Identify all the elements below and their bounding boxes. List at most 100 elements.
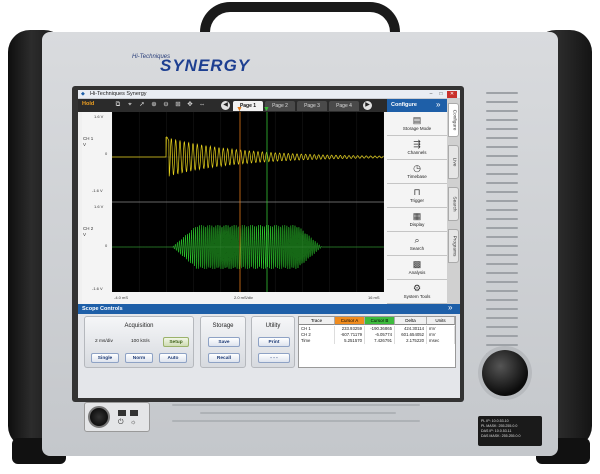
vent-slot [486,92,518,94]
configure-item-system-tools[interactable]: ⚙ System Tools [387,280,447,304]
brightness-icon: ☼ [130,419,137,426]
vent-slot [486,344,518,346]
vent-slot [486,317,518,319]
side-tabs: Configure Live Search Programs [447,99,460,304]
ch1-top-label: 1.6 V [94,114,104,119]
zoom-in-icon[interactable]: ⊕ [150,101,158,109]
device-photo: Hi-Techniques SYNERGY ⏻ ☼ PL IP: 10.0.53… [0,0,600,474]
vent-slot [486,182,518,184]
trigger-icon: ⊓ [413,187,421,197]
clock-icon: ◷ [413,163,421,173]
ch2-name: CH 2 [83,226,94,231]
time-right-label: 16 mS [368,295,380,300]
vent-slot [486,290,518,292]
ch1-bottom-label: -1.6 V [92,188,103,193]
side-tab-live[interactable]: Live [448,145,459,179]
pointer-icon[interactable]: ➚ [138,101,146,109]
app-icon: ◆ [81,91,85,97]
search-icon: ⌕ [414,235,420,245]
zoom-box-icon[interactable]: ⊞ [174,101,182,109]
vent-slot [486,173,518,175]
side-tab-label: Live [451,157,456,167]
cursor-table-cell: 2.175220 [395,338,427,344]
sample-rate-value[interactable]: 100 kS/s [131,339,150,344]
cursor-table-cell: Time [299,338,335,344]
utility-group: Utility Print - - - [251,316,295,368]
print-button[interactable]: Print [258,337,290,347]
configure-item-timebase[interactable]: ◷ Timebase [387,160,447,184]
copy-icon[interactable]: ⧉ [114,101,122,109]
storage-group: Storage Save Recall [200,316,246,368]
power-button[interactable] [88,406,110,428]
ch1-name: CH 1 [83,136,94,141]
ch2-top-label: 1.6 V [94,204,104,209]
storage-title: Storage [212,323,234,329]
configure-item-analysis[interactable]: ▩ Analysis [387,256,447,280]
gear-icon: ⚙ [412,283,422,293]
indicator-led [118,410,126,416]
setup-button[interactable]: Setup [163,337,189,347]
ch1-unit: V [83,142,87,147]
configure-item-label: Analysis [408,270,426,275]
cursor-table-header: Delta [395,317,427,325]
configure-item-channels[interactable]: ⇶ Channels [387,136,447,160]
storage-mode-icon: ▤ [412,115,422,125]
side-tab-programs[interactable]: Programs [448,229,459,263]
scope-controls-panel: Acquisition 2 ms/div 100 kS/s Setup Sing… [78,314,460,398]
single-button[interactable]: Single [91,353,119,363]
pan-icon[interactable]: ✥ [186,101,194,109]
scope-controls-header: Scope Controls [78,304,460,314]
vent-slot [486,236,518,238]
time-div-value[interactable]: 2 ms/div [95,339,113,344]
configure-item-search[interactable]: ⌕ Search [387,232,447,256]
zoom-out-icon[interactable]: ⊖ [162,101,170,109]
vent-slot [486,200,518,202]
cursor-table-cell: 7.426791 [365,338,395,344]
vent-slot [486,209,518,211]
measure-icon[interactable]: ⇔ [198,101,206,109]
vent-slot [486,272,518,274]
bottom-vent [200,412,396,414]
acquisition-title: Acquisition [124,323,154,329]
acquisition-group: Acquisition 2 ms/div 100 kS/s Setup Sing… [84,316,194,368]
vent-slot [486,155,518,157]
configure-item-label: Timebase [407,174,427,179]
side-tab-label: Configure [451,109,456,131]
next-page-button[interactable]: ▶ [363,101,372,110]
indicator-led [130,410,138,416]
configure-item-label: Display [409,222,425,227]
cursor-table-cell: 5.251570 [335,338,365,344]
tab-page-3[interactable]: Page 3 [297,101,327,111]
collapse-controls-icon[interactable]: » [448,303,452,312]
vent-slot [486,254,518,256]
configure-item-trigger[interactable]: ⊓ Trigger [387,184,447,208]
configure-item-storage-mode[interactable]: ▤ Storage Mode [387,112,447,136]
prev-page-button[interactable]: ◀ [221,101,230,110]
label-line: DAS MASK: 255.255.0.0 [481,434,521,438]
power-icon: ⏻ [118,419,124,426]
vent-slot [486,335,518,337]
configure-item-label: Trigger [409,198,425,203]
cursor-b-marker-icon[interactable]: ▼ [263,106,270,113]
recall-button[interactable]: Recall [208,353,240,363]
close-button[interactable]: ✕ [447,91,457,98]
vent-slot [486,308,518,310]
more-button[interactable]: - - - [258,353,290,363]
rotary-knob[interactable] [482,350,528,396]
tab-page-4[interactable]: Page 4 [329,101,359,111]
side-tab-search[interactable]: Search [448,187,459,221]
hold-button[interactable]: Hold [82,101,94,107]
vent-slot [486,299,518,301]
scope-canvas[interactable] [112,112,384,292]
save-button[interactable]: Save [208,337,240,347]
maximize-button[interactable]: □ [436,91,446,98]
configure-item-display[interactable]: ▦ Display [387,208,447,232]
vent-slot [486,218,518,220]
auto-button[interactable]: Auto [159,353,187,363]
minimize-button[interactable]: – [426,91,436,98]
cursor-icon[interactable]: ⌖ [126,101,134,109]
cursor-a-marker-icon[interactable]: ▼ [236,106,243,113]
norm-button[interactable]: Norm [125,353,153,363]
side-tab-configure[interactable]: Configure [448,103,459,137]
collapse-configure-icon[interactable]: » [436,100,440,109]
